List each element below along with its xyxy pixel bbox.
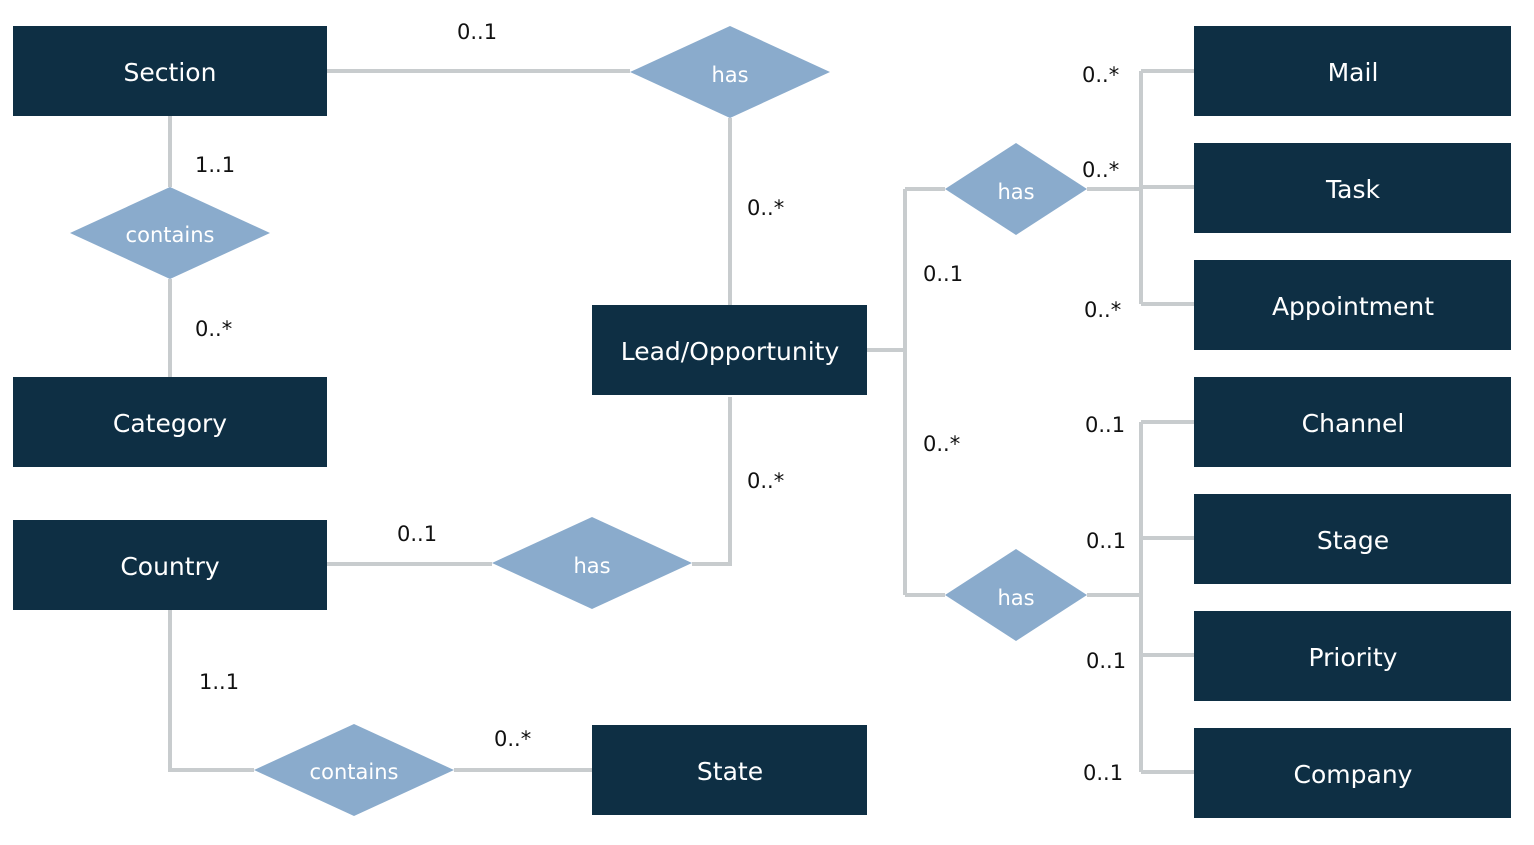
relationship-label: has bbox=[711, 63, 748, 87]
relationship-label: contains bbox=[126, 223, 215, 247]
entity-state[interactable]: State bbox=[592, 725, 867, 815]
cardinality-label: 1..1 bbox=[199, 670, 239, 694]
line-activities bbox=[1087, 69, 1194, 306]
cardinality-label: 0..* bbox=[1084, 298, 1121, 322]
entity-mail[interactable]: Mail bbox=[1194, 26, 1511, 116]
cardinality-label: 0..* bbox=[494, 727, 531, 751]
entity-label: Category bbox=[113, 409, 227, 438]
line-attributes bbox=[1087, 420, 1194, 774]
cardinality-label: 0..* bbox=[747, 469, 784, 493]
relationship-country-contains[interactable]: contains bbox=[254, 724, 454, 816]
relationship-country-has[interactable]: has bbox=[492, 517, 692, 609]
entity-appointment[interactable]: Appointment bbox=[1194, 260, 1511, 350]
cardinality-label: 0..* bbox=[923, 432, 960, 456]
entity-lead-opportunity[interactable]: Lead/Opportunity bbox=[592, 305, 867, 395]
er-diagram: Section Category Country Lead/Opportunit… bbox=[13, 20, 1511, 818]
cardinality-label: 0..1 bbox=[923, 262, 963, 286]
entity-label: Channel bbox=[1302, 409, 1405, 438]
cardinality-label: 0..* bbox=[747, 196, 784, 220]
relationship-label: contains bbox=[310, 760, 399, 784]
entity-section[interactable]: Section bbox=[13, 26, 327, 116]
relationship-label: has bbox=[997, 586, 1034, 610]
relationship-label: has bbox=[573, 554, 610, 578]
cardinality-label: 0..* bbox=[1082, 63, 1119, 87]
entity-label: Task bbox=[1325, 175, 1380, 204]
entity-country[interactable]: Country bbox=[13, 520, 327, 610]
entity-category[interactable]: Category bbox=[13, 377, 327, 467]
entity-priority[interactable]: Priority bbox=[1194, 611, 1511, 701]
entity-channel[interactable]: Channel bbox=[1194, 377, 1511, 467]
entity-task[interactable]: Task bbox=[1194, 143, 1511, 233]
entity-label: Section bbox=[124, 58, 217, 87]
line-lead-right bbox=[867, 187, 945, 597]
relationship-lead-activities-has[interactable]: has bbox=[945, 143, 1087, 235]
relationship-lead-attributes-has[interactable]: has bbox=[945, 549, 1087, 641]
cardinality-label: 0..1 bbox=[397, 522, 437, 546]
relationship-section-has[interactable]: has bbox=[630, 26, 830, 118]
entity-label: Country bbox=[120, 552, 220, 581]
cardinality-labels: 0..1 0..* 1..1 0..* 0..1 0..* 1..1 0..* … bbox=[195, 20, 1126, 785]
cardinality-label: 0..* bbox=[195, 317, 232, 341]
cardinality-label: 0..1 bbox=[1086, 529, 1126, 553]
cardinality-label: 0..1 bbox=[457, 20, 497, 44]
entity-label: Lead/Opportunity bbox=[621, 337, 840, 366]
cardinality-label: 0..1 bbox=[1083, 761, 1123, 785]
entity-label: Mail bbox=[1328, 58, 1379, 87]
cardinality-label: 1..1 bbox=[195, 153, 235, 177]
entity-label: Appointment bbox=[1272, 292, 1434, 321]
relationship-label: has bbox=[997, 180, 1034, 204]
relationship-section-contains[interactable]: contains bbox=[70, 187, 270, 279]
entity-label: Stage bbox=[1317, 526, 1389, 555]
cardinality-label: 0..* bbox=[1082, 158, 1119, 182]
entity-label: State bbox=[697, 757, 763, 786]
line-country-lead bbox=[327, 397, 732, 566]
entity-label: Priority bbox=[1309, 643, 1398, 672]
cardinality-label: 0..1 bbox=[1086, 649, 1126, 673]
cardinality-label: 0..1 bbox=[1085, 413, 1125, 437]
entity-label: Company bbox=[1294, 760, 1413, 789]
entity-company[interactable]: Company bbox=[1194, 728, 1511, 818]
entity-stage[interactable]: Stage bbox=[1194, 494, 1511, 584]
